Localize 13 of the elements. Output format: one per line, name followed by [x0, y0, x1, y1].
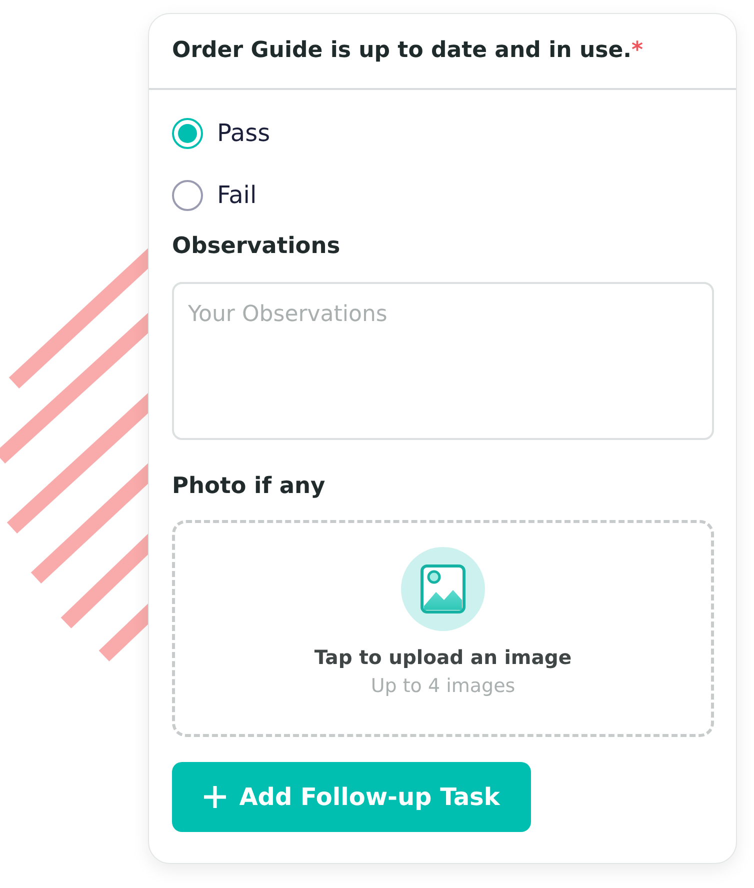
option-label[interactable]: Pass [217, 115, 270, 151]
radio-button[interactable] [172, 118, 203, 148]
upload-title: Tap to upload an image [314, 645, 572, 672]
upload-hint: Up to 4 images [370, 674, 516, 700]
plus-icon [203, 784, 228, 808]
question-title: Order Guide is up to date and in use.* [172, 37, 644, 65]
radio-button[interactable] [172, 180, 203, 210]
observations-label: Observations [172, 232, 342, 261]
photo-label: Photo if any [172, 472, 326, 501]
image-icon [420, 564, 466, 614]
observations-field[interactable]: Your Observations [172, 282, 714, 440]
image-upload-area[interactable]: Tap to upload an image Up to 4 images [172, 520, 714, 736]
option-label[interactable]: Fail [217, 177, 257, 213]
